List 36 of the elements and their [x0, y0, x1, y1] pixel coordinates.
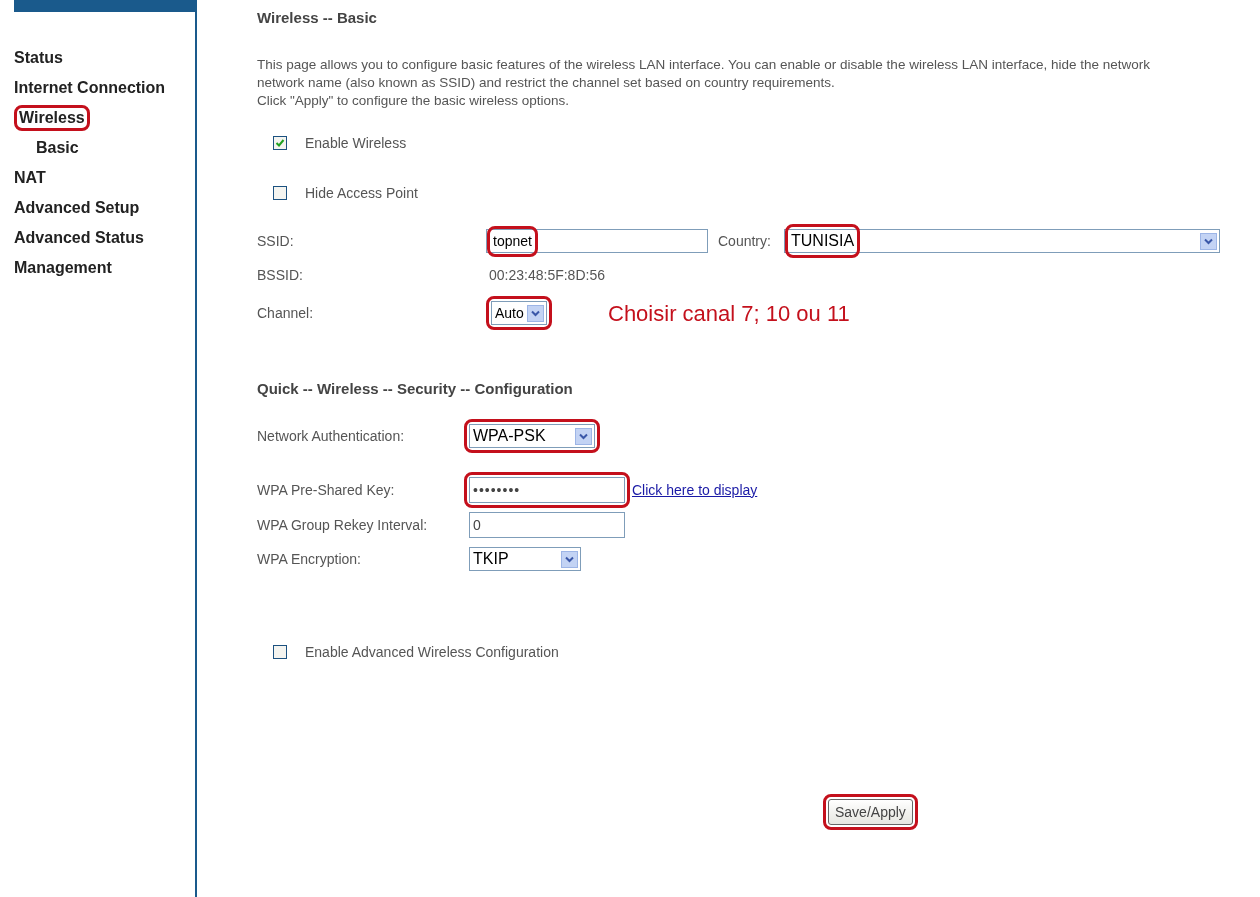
field-label: SSID:	[257, 231, 295, 251]
sidebar-link[interactable]: Management	[14, 260, 112, 276]
checkbox[interactable]	[273, 645, 287, 659]
sidebar-link[interactable]: NAT	[14, 170, 46, 186]
field-label: WPA Pre-Shared Key:	[257, 480, 396, 500]
sidebar-link[interactable]: Wireless	[19, 110, 85, 126]
sidebar-link[interactable]: Internet Connection	[14, 80, 166, 96]
annotation-note: Choisir canal 7; 10 ou 11	[608, 299, 850, 328]
field-label: WPA Encryption:	[257, 549, 362, 569]
dropdown-select[interactable]: TKIP	[469, 547, 581, 571]
description-text: This page allows you to configure basic features of the wireless LAN interface. You can enable or disable the wireless LAN interface, hide the network	[257, 56, 1151, 74]
field-label: WPA Group Rekey Interval:	[257, 515, 429, 535]
checkbox[interactable]	[273, 136, 287, 150]
description-text: network name (also known as SSID) and restrict the channel set based on country requirements.	[257, 74, 836, 92]
checkbox-label: Enable Advanced Wireless Configuration	[305, 642, 559, 662]
sidebar-link[interactable]: Advanced Status	[14, 230, 144, 246]
checkbox-label: Hide Access Point	[305, 183, 418, 203]
save-apply-button[interactable]: Save/Apply	[828, 799, 913, 825]
sidebar-link[interactable]: Basic	[36, 140, 79, 156]
sidebar-link[interactable]: Advanced Setup	[14, 200, 140, 216]
field-label: BSSID:	[257, 265, 304, 285]
text-input[interactable]: 0	[469, 512, 625, 538]
display-link[interactable]: Click here to display	[632, 479, 758, 501]
sidebar-link[interactable]: Status	[14, 50, 63, 66]
password-input[interactable]: ••••••••	[469, 477, 625, 503]
section-heading: Quick -- Wireless -- Security -- Configuration	[257, 379, 574, 399]
description-text: Click "Apply" to configure the basic wireless options.	[257, 92, 570, 110]
channel-select[interactable]: Auto	[491, 301, 547, 325]
field-label: Network Authentication:	[257, 426, 406, 446]
dropdown-select[interactable]: WPA-PSK	[469, 424, 595, 448]
checkbox[interactable]	[273, 186, 287, 200]
checkbox-label: Enable Wireless	[305, 133, 407, 153]
bssid-value: 00:23:48:5F:8D:56	[489, 265, 605, 285]
field-label: Channel:	[257, 303, 315, 323]
field-label: Country:	[718, 231, 772, 251]
page-title: Wireless -- Basic	[257, 8, 378, 28]
